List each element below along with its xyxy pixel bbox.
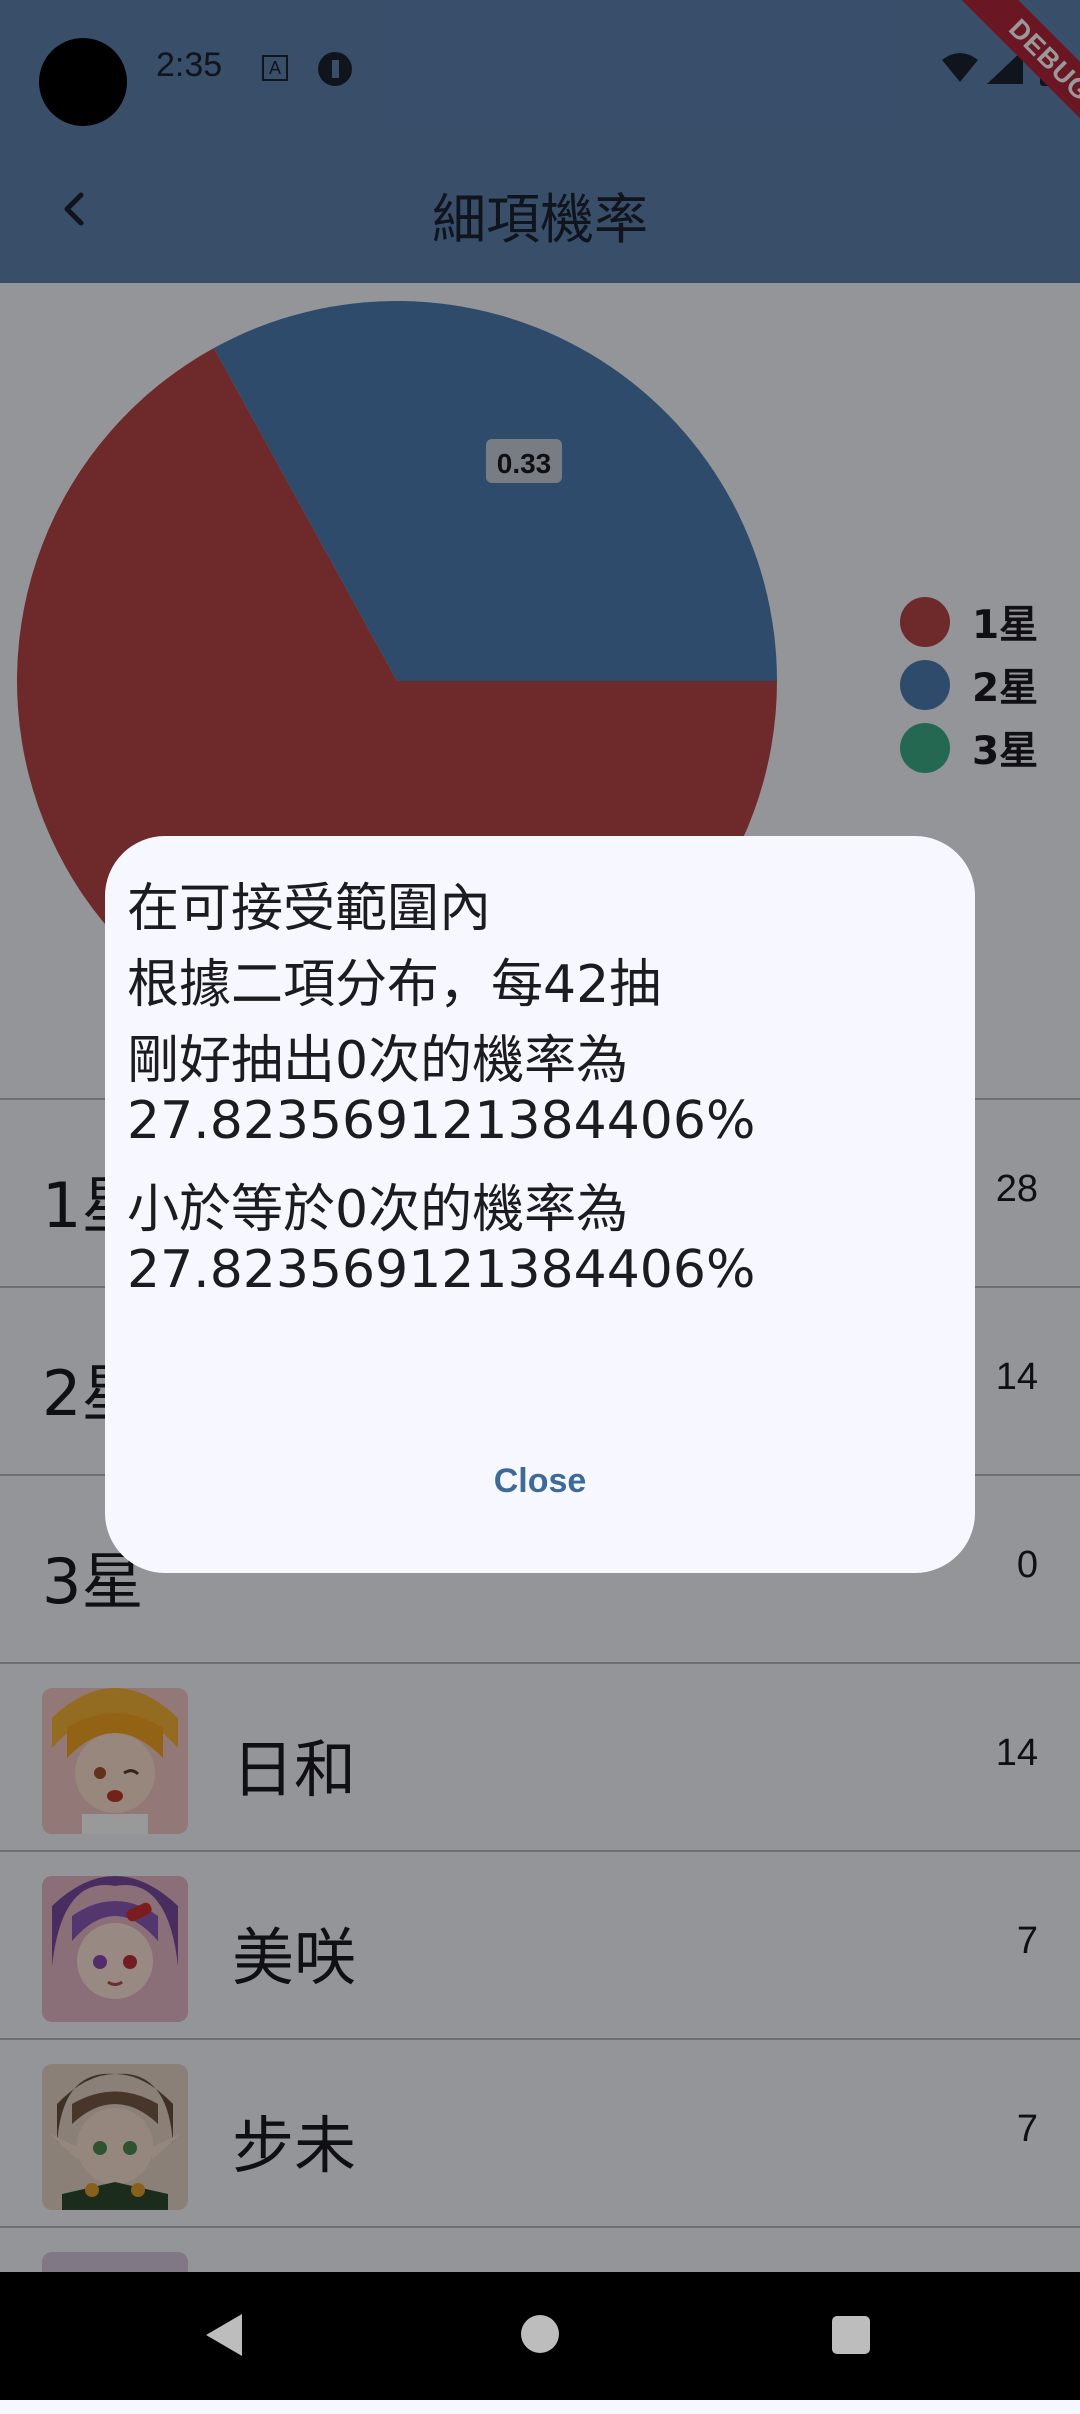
close-button[interactable]: Close	[435, 1436, 645, 1526]
dialog-text-line: 27.823569121384406%	[127, 1091, 756, 1151]
system-nav-bar	[0, 2272, 1080, 2400]
dialog-text-line: 根據二項分布，每42抽	[127, 955, 662, 1015]
nav-recents-icon[interactable]	[832, 2316, 870, 2354]
nav-back-icon[interactable]	[202, 2310, 246, 2360]
nav-home-icon[interactable]	[521, 2315, 559, 2353]
dialog-text-line: 剛好抽出0次的機率為	[127, 1031, 629, 1091]
dialog-text-line: 小於等於0次的機率為	[127, 1180, 629, 1240]
probability-dialog: 在可接受範圍內 根據二項分布，每42抽 剛好抽出0次的機率為 27.823569…	[105, 836, 975, 1573]
dialog-text-line: 27.823569121384406%	[127, 1240, 756, 1300]
dialog-text-line: 在可接受範圍內	[127, 879, 492, 939]
